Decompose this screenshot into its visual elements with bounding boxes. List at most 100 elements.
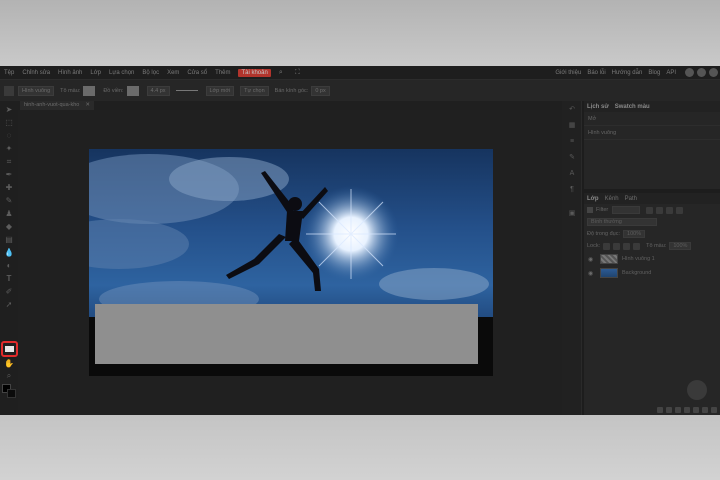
blend-mode-select[interactable]: Bình thường xyxy=(587,218,657,226)
filter-adjust-icon[interactable] xyxy=(656,206,664,214)
canvas-area[interactable] xyxy=(18,110,562,415)
new-layer-icon[interactable] xyxy=(702,407,708,413)
magic-wand-icon[interactable]: ✦ xyxy=(4,144,14,153)
menu-window[interactable]: Cửa sổ xyxy=(187,70,207,76)
filter-checkbox[interactable] xyxy=(587,207,593,213)
tab-swatches[interactable]: Swatch màu xyxy=(615,104,650,110)
menu-account[interactable]: Tài khoản xyxy=(238,68,271,77)
visibility-eye-icon[interactable]: ◉ xyxy=(588,256,596,263)
menu-edit[interactable]: Chỉnh sửa xyxy=(22,70,50,76)
menu-filter[interactable]: Bộ lọc xyxy=(142,70,159,76)
eraser-icon[interactable]: ◆ xyxy=(4,222,14,231)
paragraph-icon[interactable]: ¶ xyxy=(567,185,577,194)
layer-thumbnail xyxy=(600,268,618,278)
character-icon[interactable]: A xyxy=(567,169,577,178)
swatches-icon[interactable]: ▦ xyxy=(567,121,577,130)
document-tab[interactable]: hinh-anh-vuot-qua-kho ✕ xyxy=(20,101,94,110)
history-item-rectangle[interactable]: Hình vuông xyxy=(584,126,720,140)
custom-select[interactable]: Tự chọn xyxy=(240,85,269,96)
stroke-style-select[interactable] xyxy=(175,90,198,91)
layer-row-background[interactable]: ◉ Background xyxy=(584,266,720,280)
crop-icon[interactable]: ⌗ xyxy=(4,157,14,166)
twitter-icon[interactable] xyxy=(697,68,706,77)
path-select-icon[interactable]: ➚ xyxy=(4,300,14,309)
filter-text-icon[interactable] xyxy=(666,206,674,214)
filter-shape-icon[interactable] xyxy=(676,206,684,214)
rectangle-glyph xyxy=(5,346,14,352)
tab-paths[interactable]: Path xyxy=(625,196,637,202)
history-item-open[interactable]: Mở xyxy=(584,112,720,126)
fill-label: Tô màu: xyxy=(60,87,81,94)
fullscreen-icon[interactable]: ⛶ xyxy=(295,69,305,77)
rectangle-icon[interactable] xyxy=(1,341,18,357)
brush-settings-icon[interactable]: ✎ xyxy=(567,153,577,162)
facebook-icon[interactable] xyxy=(709,68,718,77)
layer-effects-icon[interactable] xyxy=(666,407,672,413)
menu-image[interactable]: Hình ảnh xyxy=(58,70,82,76)
layer-name: Background xyxy=(622,270,652,276)
menu-blog[interactable]: Blog xyxy=(648,70,660,76)
chat-icon[interactable] xyxy=(687,380,707,400)
menu-api[interactable]: API xyxy=(666,70,676,76)
options-bar: Hình vuông Tô màu: Đồ viền: 4.4 px Lớp m… xyxy=(0,79,720,101)
shape-type-select[interactable]: Hình vuông xyxy=(18,85,55,96)
healing-icon[interactable]: ✚ xyxy=(4,183,14,192)
visibility-eye-icon[interactable]: ◉ xyxy=(588,270,596,277)
lock-all-icon[interactable] xyxy=(633,242,641,250)
history-icon[interactable]: ↶ xyxy=(567,105,577,114)
tab-layers[interactable]: Lớp xyxy=(587,196,599,202)
drawn-rectangle[interactable] xyxy=(95,304,478,364)
menu-more[interactable]: Thêm xyxy=(215,70,230,76)
stroke-width-input[interactable]: 4.4 px xyxy=(146,85,170,96)
lock-transparency-icon[interactable] xyxy=(603,242,611,250)
tool-preset-icon[interactable] xyxy=(4,85,14,96)
delete-layer-icon[interactable] xyxy=(711,407,717,413)
brush-icon[interactable]: ✎ xyxy=(4,196,14,205)
filter-image-icon[interactable] xyxy=(646,206,654,214)
menu-view[interactable]: Xem xyxy=(167,70,179,76)
opacity-input[interactable]: 100% xyxy=(623,230,646,238)
tools-panel: ➤ ⬚ ◌ ✦ ⌗ ✒ ✚ ✎ ♟ ◆ ▤ 💧 ◐ T ✐ ➚ ✋ ⌕ xyxy=(0,101,18,415)
reddit-icon[interactable] xyxy=(685,68,694,77)
link-layers-icon[interactable] xyxy=(657,407,663,413)
radius-input[interactable]: 0 px xyxy=(311,85,330,96)
photopea-window: Tệp Chỉnh sửa Hình ảnh Lớp Lựa chọn Bộ l… xyxy=(0,66,720,415)
menu-file[interactable]: Tệp xyxy=(4,70,14,76)
move-icon[interactable]: ➤ xyxy=(4,105,14,114)
lock-position-icon[interactable] xyxy=(623,242,631,250)
new-layer-mode-select[interactable]: Lớp mới xyxy=(205,85,235,96)
menu-tutorial[interactable]: Hướng dẫn xyxy=(612,70,643,76)
menu-report-bug[interactable]: Báo lỗi xyxy=(587,70,605,76)
lasso-icon[interactable]: ◌ xyxy=(4,131,14,140)
filter-select[interactable] xyxy=(612,206,641,214)
new-folder-icon[interactable] xyxy=(693,407,699,413)
dodge-icon[interactable]: ◐ xyxy=(4,261,14,270)
search-icon[interactable]: ⌕ xyxy=(279,69,289,77)
gradient-icon[interactable]: ▤ xyxy=(4,235,14,244)
stroke-color-swatch[interactable] xyxy=(126,85,139,96)
menu-layer[interactable]: Lớp xyxy=(90,70,101,76)
blur-icon[interactable]: 💧 xyxy=(4,248,14,257)
fill-color-swatch[interactable] xyxy=(83,85,96,96)
mask-icon[interactable] xyxy=(684,407,690,413)
tab-history[interactable]: Lịch sử xyxy=(587,104,609,110)
tab-channels[interactable]: Kênh xyxy=(605,196,619,202)
eyedropper-icon[interactable]: ✒ xyxy=(4,170,14,179)
lock-pixels-icon[interactable] xyxy=(613,242,621,250)
image-info-icon[interactable]: ▣ xyxy=(567,209,577,218)
marquee-icon[interactable]: ⬚ xyxy=(4,118,14,127)
menu-select[interactable]: Lựa chọn xyxy=(109,70,134,76)
adjustment-icon[interactable] xyxy=(675,407,681,413)
fill-input[interactable]: 100% xyxy=(669,242,692,250)
zoom-icon[interactable]: ⌕ xyxy=(4,371,14,380)
close-icon[interactable]: ✕ xyxy=(85,102,90,108)
layer-row-rectangle[interactable]: ◉ Hình vuông 1 xyxy=(584,252,720,266)
menu-about[interactable]: Giới thiệu xyxy=(555,70,581,76)
background-color[interactable] xyxy=(7,389,16,398)
hand-icon[interactable]: ✋ xyxy=(4,359,14,368)
properties-icon[interactable]: ≡ xyxy=(567,137,577,146)
layers-tabs: Lớp Kênh Path xyxy=(584,193,720,204)
pen-icon[interactable]: ✐ xyxy=(4,287,14,296)
text-icon[interactable]: T xyxy=(4,274,14,283)
stamp-icon[interactable]: ♟ xyxy=(4,209,14,218)
